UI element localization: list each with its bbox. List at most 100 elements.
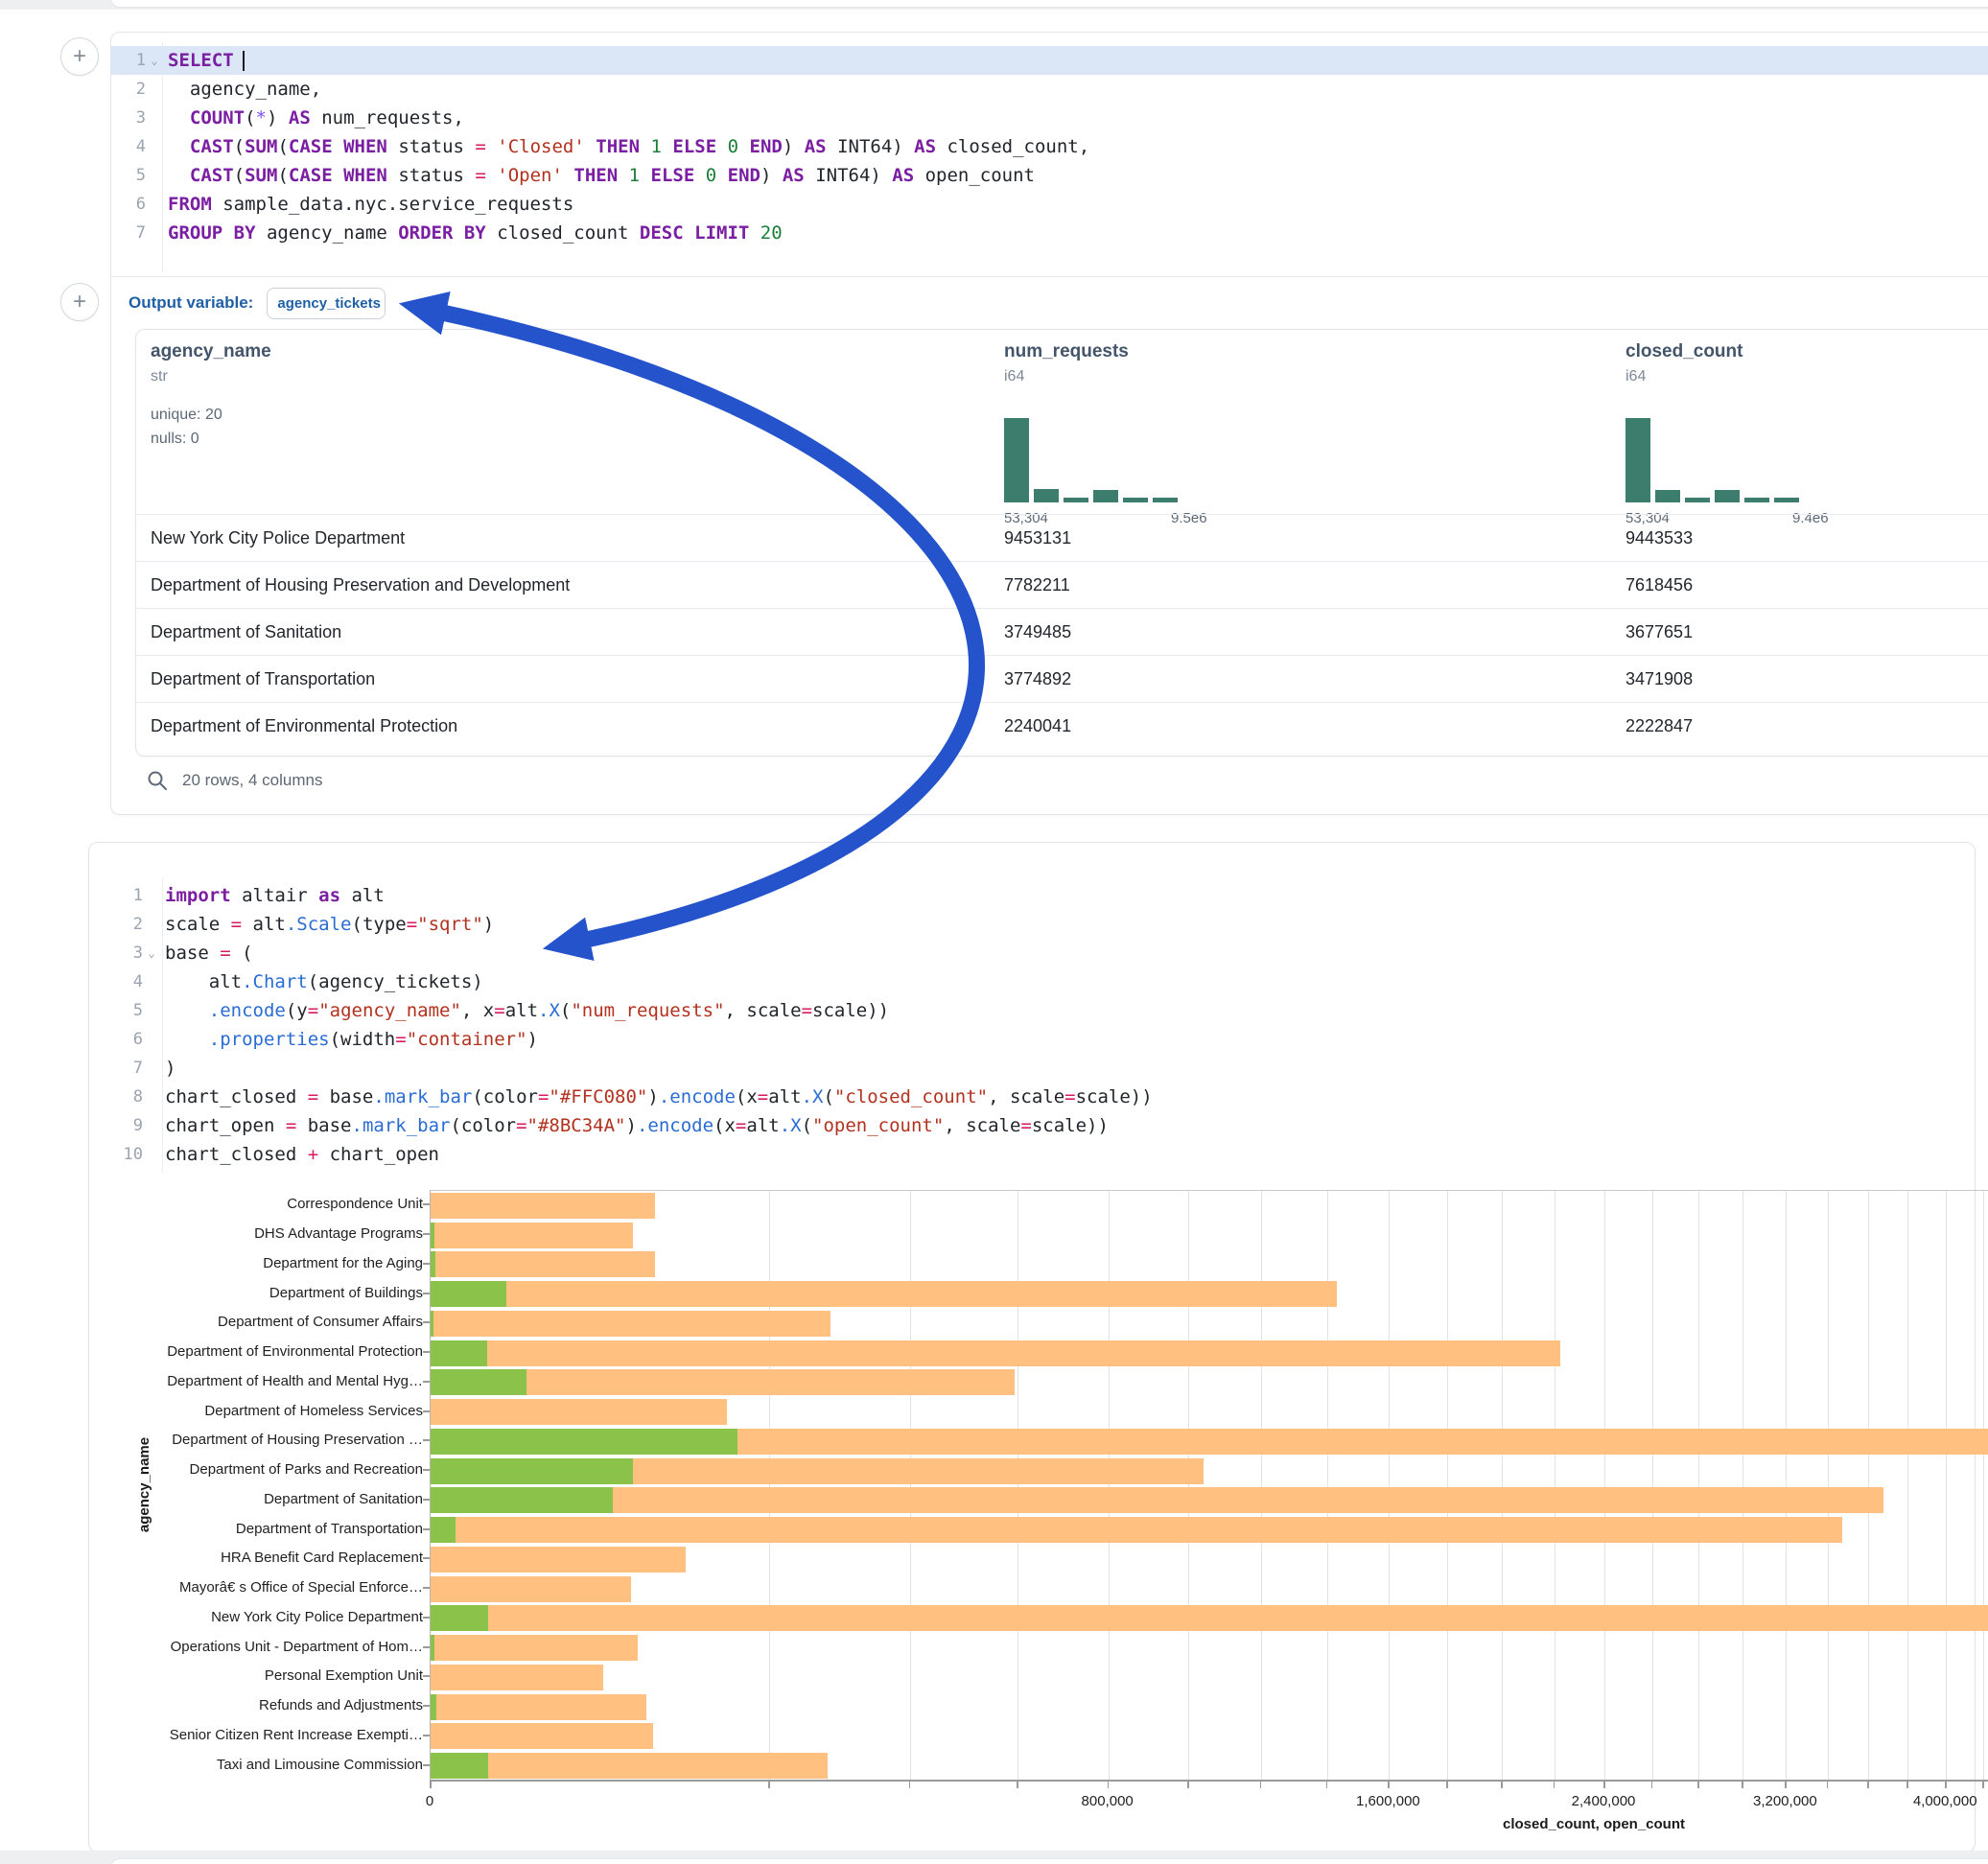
x-axis-tick: [430, 1782, 432, 1788]
code-text: chart_open = base.mark_bar(color="#8BC34…: [160, 1111, 1109, 1140]
code-text: .properties(width="container"): [160, 1025, 538, 1054]
add-cell-button-top[interactable]: +: [60, 37, 99, 76]
fold-chevron-icon[interactable]: ⌄: [143, 939, 160, 967]
table-cell-num_requests: 3774892: [1004, 656, 1071, 703]
search-icon[interactable]: [147, 770, 169, 792]
y-axis-label: Refunds and Adjustments: [259, 1697, 423, 1714]
code-text: CAST(SUM(CASE WHEN status = 'Open' THEN …: [163, 161, 1035, 190]
table-row: New York City Police Department945313194…: [136, 514, 1988, 562]
bar-closed_count: [431, 1340, 1560, 1366]
code-text: COUNT(*) AS num_requests,: [163, 104, 464, 132]
y-axis-label: Senior Citizen Rent Increase Exempti…: [170, 1727, 423, 1744]
fold-chevron-icon[interactable]: ⌄: [146, 46, 163, 75]
y-axis-tick: [423, 1675, 430, 1677]
line-number: 5: [89, 996, 143, 1025]
bar-closed_count: [431, 1223, 633, 1248]
bar-open_count: [431, 1487, 613, 1513]
y-axis-label: Personal Exemption Unit: [265, 1667, 423, 1685]
y-axis-tick: [423, 1557, 430, 1559]
bar-open_count: [431, 1369, 526, 1395]
fold-spacer: [143, 910, 160, 939]
bar-open_count: [431, 1458, 633, 1484]
code-line: 10chart_closed + chart_open: [89, 1140, 1975, 1169]
line-number: 3: [111, 104, 146, 132]
x-axis-tick: [1108, 1782, 1110, 1788]
y-axis-tick: [423, 1351, 430, 1353]
code-line: 9 chart_open = base.mark_bar(color="#8BC3…: [89, 1111, 1975, 1140]
line-number: 7: [89, 1054, 143, 1083]
line-number: 9: [89, 1111, 143, 1140]
line-number: 10: [89, 1140, 143, 1169]
y-axis-tick: [423, 1381, 430, 1383]
y-axis-label: Department of Sanitation: [264, 1491, 423, 1508]
x-axis-tick: [1187, 1782, 1189, 1788]
y-axis-tick: [423, 1321, 430, 1323]
column-name: agency_name: [151, 341, 271, 362]
column-header-closed_count[interactable]: closed_counti64: [1625, 341, 1742, 385]
x-axis-tick: [768, 1782, 770, 1788]
x-axis-tick: [1867, 1782, 1869, 1788]
line-number: 3: [89, 939, 143, 967]
histogram-bar: [1715, 490, 1740, 502]
add-cell-button-output[interactable]: +: [60, 283, 99, 321]
code-line: 5 .encode(y="agency_name", x=alt.X("num_…: [89, 996, 1975, 1025]
column-name: num_requests: [1004, 341, 1129, 362]
code-line: 6 .properties(width="container"): [89, 1025, 1975, 1054]
y-axis-tick: [423, 1233, 430, 1235]
code-line: 7GROUP BY agency_name ORDER BY closed_co…: [111, 219, 1988, 247]
bar-open_count: [431, 1251, 435, 1277]
bar-closed_count: [431, 1517, 1842, 1543]
table-cell-closed_count: 7618456: [1625, 562, 1693, 609]
table-cell-closed_count: 2222847: [1625, 703, 1693, 750]
x-axis-tick: [1742, 1782, 1743, 1788]
x-axis-tick: [1446, 1782, 1448, 1788]
code-line: 3⌄base = (: [89, 939, 1975, 967]
histogram-bar: [1123, 498, 1148, 502]
previous-cell-stub: [110, 0, 1988, 8]
column-histogram: [1004, 418, 1178, 502]
y-axis-tick: [423, 1705, 430, 1707]
x-axis-tick: [1017, 1782, 1018, 1788]
bar-closed_count: [431, 1487, 1883, 1513]
bar-open_count: [431, 1517, 456, 1543]
y-axis-tick: [423, 1617, 430, 1619]
column-header-num_requests[interactable]: num_requests i64: [1004, 341, 1129, 385]
bar-open_count: [431, 1635, 434, 1661]
table-cell-closed_count: 9443533: [1625, 515, 1693, 562]
table-cell-agency_name: New York City Police Department: [151, 515, 405, 562]
histogram-bar: [1744, 498, 1769, 502]
table-cell-num_requests: 7782211: [1004, 562, 1070, 609]
python-code-editor[interactable]: 1import altair as alt2scale = alt.Scale(…: [89, 881, 1975, 1169]
x-axis-tick: [1501, 1782, 1503, 1788]
table-cell-agency_name: Department of Transportation: [151, 656, 375, 703]
sql-code-editor[interactable]: 1⌄SELECT2 agency_name,3 COUNT(*) AS num_…: [111, 46, 1988, 247]
gridline: [1389, 1191, 1390, 1781]
python-cell-card: 1import altair as alt2scale = alt.Scale(…: [88, 842, 1976, 1852]
fold-spacer: [146, 132, 163, 161]
column-type: i64: [1004, 368, 1129, 385]
results-table: agency_namestrunique: 20nulls: 0num_requ…: [135, 329, 1988, 757]
y-axis-label: Department of Buildings: [269, 1285, 423, 1302]
fold-spacer: [146, 104, 163, 132]
sql-cell-card: 1⌄SELECT2 agency_name,3 COUNT(*) AS num_…: [110, 32, 1988, 815]
output-variable-pill[interactable]: agency_tickets: [267, 288, 386, 319]
histogram-bar: [1625, 418, 1650, 502]
bar-open_count: [431, 1694, 436, 1720]
x-axis-tick-label: 800,000: [1082, 1793, 1134, 1809]
table-cell-agency_name: Department of Environmental Protection: [151, 703, 457, 750]
plus-icon: +: [73, 45, 86, 68]
column-type: str: [151, 368, 271, 385]
notebook-page: + + 1⌄SELECT2 agency_name,3 COUNT(*) AS …: [0, 0, 1988, 1864]
line-number: 5: [111, 161, 146, 190]
bar-open_count: [431, 1223, 434, 1248]
bar-closed_count: [431, 1635, 638, 1661]
column-name: closed_count: [1625, 341, 1742, 362]
y-axis-tick: [423, 1735, 430, 1736]
x-axis-line: [430, 1780, 1988, 1782]
line-number: 7: [111, 219, 146, 247]
line-number: 6: [111, 190, 146, 219]
histogram-bar: [1685, 498, 1710, 502]
column-header-agency_name[interactable]: agency_namestrunique: 20nulls: 0: [151, 341, 271, 451]
fold-spacer: [143, 1083, 160, 1111]
histogram-bar: [1153, 498, 1178, 502]
